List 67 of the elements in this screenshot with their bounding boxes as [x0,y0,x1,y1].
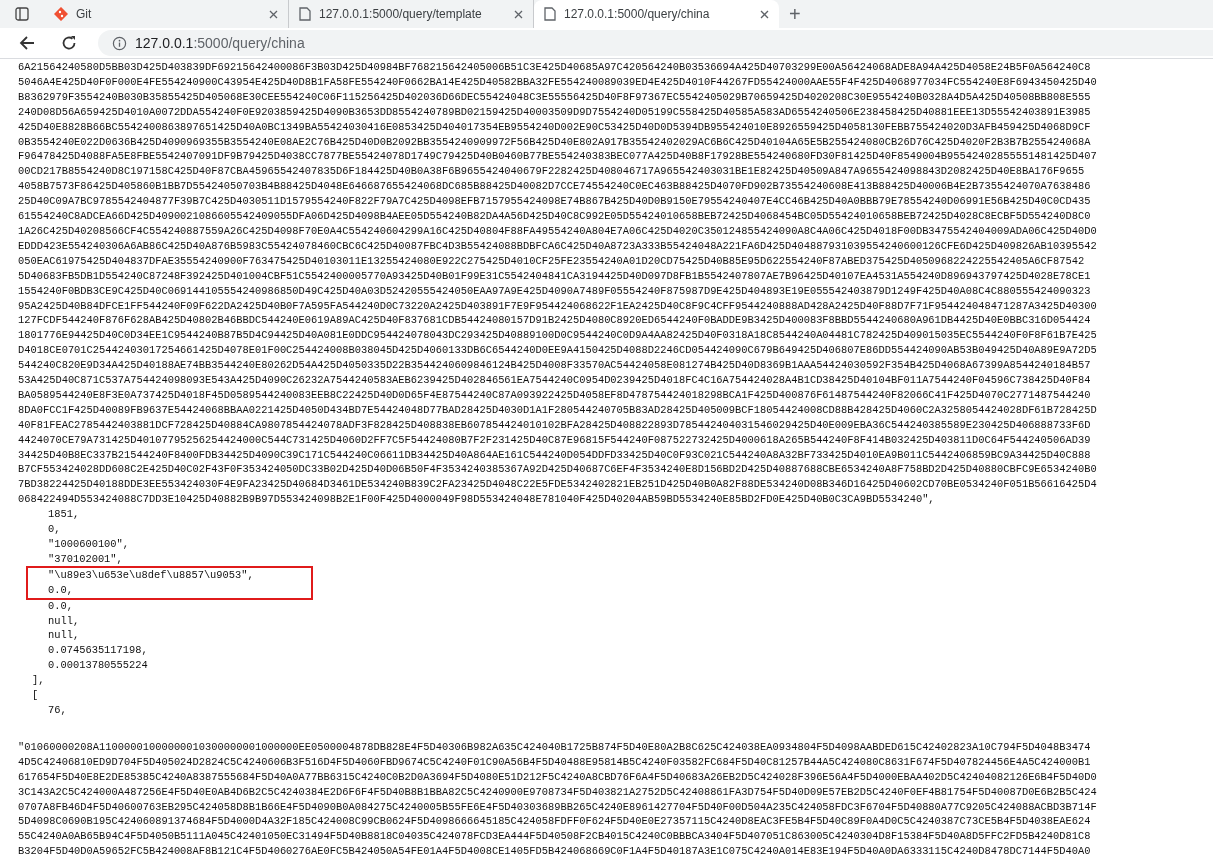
code-line: "1000600100", [47,537,131,552]
code-line: 5D40683FB5DB1D554240C87248F392425D401004CBF51C5542400005770A93425D40B01F99E31C5542404841CA3194425D40D097D8FB1B5542407807AE7B96425D40107EA4531A554240D896943797425D4028E78CE1 [18,268,1092,284]
info-icon[interactable] [112,35,127,51]
code-line: 1851, [47,507,81,523]
code-line: B8362979F3554240B030B35855425D405068E30CEE554240C06F115256425D402036D66DEC55424048C3E55556425D40F8F97367EC5542405029B70659425D4020208C30E9554240B0328A4D5A425D40508BB808E555 [18,89,1092,105]
url-host: 127.0.0.1 [135,35,194,51]
code-line: 5046A4E425D40F0F000E4FE554240900C43954E425D40D8B1FA58FE554240F0662BA14E425D40582BBA32FE554240089039ED4E425D4010F44267FD55424000AAE55F4F425D4068977034FC554240E8F6943450425D40 [18,74,1098,90]
url-path: :5000/query/china [193,35,305,51]
code-line: D4018CE0701C25442403017254661425D4078E01F00C254424008B038045D425D4060133DB6C6544240D0EE9A4150425D4088D2246CD054424090C679B649425D406807E86DD554424090AB53B049425D40A89E9A72D5 [18,343,1098,359]
code-line: null, [47,613,81,629]
code-line: 5D4098C0690B195C424060891374684F5D4000D4A32F185C424008C99CB0624F5D4098666645185C424058FDFF0F624F5D40E0E27357115C4240D8EAC3FE5B4F5D40C89F0A4D0C5C4240387C73CE5B4F5D4038EAE624 [18,814,1092,830]
code-line: 1554240F0BDB3CE9C425D40C069144105554240986850D49C425D40A03D52420555424050EAA97A9E425D4090A7489F05554240F875987D9E425D404893E19E055542403879D1249F425D40A08C4C880555424090323 [18,283,1092,299]
code-line: 4D5C42406810ED9D704F5D405024D2824C5C4240606B3F516D4F5D4060FBD9674C5C4240F01C90A56B4F5D40488E95814B5C4240F03582FC684F5D40C81257B44A5C424080C8631F674F5D407824456E4A5C424000B1 [18,754,1092,770]
code-line: 40F81FEAC2785442403881DCF728425D40884CA9807854424078ADF3F828425D408838EB607854424010102BFA28425D408822893D785442404031546029425D40E009EBA36C544240385589E230425D406888733F6D [18,417,1092,433]
code-line: 25D40C09A7BC9785542404877F39B7C425D4030511D1579554240F822F79A7C425D4098EFB7157955424098E74B867B425D40D0B9150E79554240407E4CC46B425D40A0BBB79E78554240D06991E56B425D40C0CD435 [18,194,1092,210]
code-line: 425D40E8828B66BC5542400863897651425D40A0BC1349BA55424030416E0853425D404017354EB9554240D002E90C53425D40D0D5394DB955424010E8926559425D4058130FEBB755424020D3AFB459425D4068D9CF [18,119,1092,135]
code-line: "\u89e3\u653e\u8def\u8857\u9053", [48,567,255,583]
code-line: 34425D40B8EC337B21544240F8400FDB34425D4090C39C171C544240C06611DB34425D40A864AE161C544240D054DDFD33425D40C0F93C021C544240A8A32BF733425D4010EA9B011C5442406859BC9A34425D40C888 [18,447,1092,463]
code-line: 6A21564240580D5BB03D425D403839DF69215642400086F3B03D425D40984BF768215642405006B51C3E425D40685A97C420564240B03536694A425D40703299E00A56424068ADE8A94A425D4058E24B5F0A564240C8 [18,60,1092,75]
code-line: 0.0, [47,598,74,614]
code-line: 0.00013780555224 [47,658,149,674]
code-line: 0, [47,522,62,537]
code-line: 8DA0FCC1F425D40089FB9637E54424068BBAA0221425D4050D434BD7E54424048D77BAD28425D4030D1A1F280544240705B83AD28425D405009BCF18054424008CD88B428425D4060C2A3258054424028DF61B728425D [18,402,1098,418]
git-icon [54,7,68,21]
browser-tab[interactable]: 127.0.0.1:5000/query/china [534,0,779,28]
back-icon[interactable] [19,35,35,51]
code-line: BA0589544240E8F3E0A737425D4018F45D0589544240083EEB8C22425D40D0D65F4E87544240C87A093922425D4058EF8D478754424018298BCA1F425D400876F61487544240F82066C41F425D4070C2771487544240 [18,387,1092,403]
code-line: 068422494D553424088C7DD3E10425D40882B9B97D553424098B2E1F00F425D4000049F98D553424048E781040F425D40204AB59BD5534240E85BD2FD0E425D40B0C3CA9BD5534240", [18,492,936,508]
code-line: EDDD423E554240306A6AB86C425D40A876B5983C55424078460CBC6C425D40087FBC4D3B55424088BDBFCA6C425D40A8723A333B55424048A221FA6D425D404887931039554240600126CFE6D425D409826AB10395542 [18,238,1098,254]
code-line: 4058B7573F86425D405860B1BB7D55424050703B4B88425D4048E646687655424068DC685B88425D40082D7CCE74554240C0EC463B88425D4070FD902B73554240608E413B88425D40006B4E2B7355424070A7638486 [18,179,1092,195]
code-line: 1801776E94425D40C0D34EE1C9544240B87B5D4C94425D40A081E0DDC954424078043DC293425D40889100D0C9544240C0D9A4AA82425D40F0318A18C8544240A04481C782425D409015035EC5544240F0F8F61B7E425 [18,328,1098,344]
close-icon[interactable] [514,9,523,19]
page-icon [299,7,311,21]
code-line: 00CD217B8554240D8C197158C425D40F87CBA45965542407835D6F184425D40B0A38F6B9655424040679F2282425D408046717A965542403031BE1E82425D40509A847A9655424098843D2082425D40E8BA176F9655 [18,164,1086,180]
code-line: [ [31,688,40,703]
code-line: 95A2425D40B84DFCE1FF544240F09F622DA2425D40B0F7A595FA544240D0C73220A2425D403891F7E9F954424068622F1EA2425D40C8F9C4CFF9544240888AD428A2425D40F88D7F71F954424048471287A3425D40300 [18,298,1098,314]
reload-icon[interactable] [61,35,77,51]
code-line: 7BD38224425D40188DDE3EE553424030F4E9FA23425D40684D3461DE534240B839C2FA23425D4048C22E5FDE5342402821EB251D425D40B0A82F88DE534240D08B346D16425D40602CD70BE0534240F051B56616425D4 [18,477,1098,493]
code-line: 617654F5D40E8E2DE85385C4240A8387555684F5D40A0A77BB6315C4240C0B2D0A3694F5D4080E51D212F5C4240A8CBD76F6A4F5D40683A26EB2D5C424028F396E56A4F5D4000EBAA402D5C42404082126E6B4F5D40D0 [18,769,1098,785]
code-line: 0.0745635117198, [47,643,149,659]
sidebar-icon[interactable] [15,7,29,21]
code-line: 53A425D40C871C537A754424098093E543A425D4090C26232A7544240583AEB6239425D402846561EA7544240C0954D0239425D4018FC4C16A754424028A4B1CD38425D40104BF011A7544240F04596C738425D40F84 [18,373,1092,388]
code-line: 1A26C425D40208566CF4C554240887559A26C425D4098F70E0A4C554240604299A16C425D40804F88FA49554240A804E7A06C425D4020C350124855424090A8C4A06C425D4018F00DB3475542404009ADA06C425D40D0 [18,223,1098,239]
code-line: 050EAC61975425D404837DFAE35554240900F763475425D40103011E13255424080E922C275425D4010CF25FE23554240A01D20CD75425D40B85E95D622554240F87ABED375425D4050968224225542405A6CF87542 [18,253,1086,269]
address-bar[interactable]: 127.0.0.1:5000/query/china [98,30,1213,56]
code-line: null, [47,628,81,644]
code-line: 544240C820E9D34A425D40188AE74BB3544240E80262D54A425D4050335D22B3544240609846124B425D4008F33570AC54424058E081274B425D40D8369B1AAA54424030592F354B425D4068A67399A8544240184B57 [18,358,1092,374]
code-line: "370102001", [47,551,124,567]
code-line: 0707A8FB46D4F5D40600763EB295C424058D8B1B66E4F5D4090B0A084275C4240005B55FE6E4F5D40303689BB265C4240E8961427704F5D40F00D504A235C424058FDC3F6704F5D40880A77C9205C424088ACBD3B714F [18,799,1098,815]
code-line: 0B3554240E022D0636B425D4090969355B3554240E08AE2C76B425D40D0B2092BB3554240909972F56B425D40E802A917B35542402029AC6B6C425D40104A65E5B255424080CB26D76C425D4020F2B3B7B255424068A [18,134,1092,150]
code-line: ], [31,673,46,689]
code-line: F96478425D4088FA5E8FBE5542407091DF9B79425D4038CC7877BE55424078D1749C79425D40B0460B77BE554240383BEC077A425D40B8F17928BE554240680FD30F81425D40F8549004B95542402855551481425D407 [18,149,1098,165]
code-line: 61554240C8ADCEA66D425D4090021086605542409055DFA06D425D4098B4AEE05D554240B82DA4A56D425D40C8C992E05D55424010658BEB72425D4068454BC05D55424010658BEB72425D4028C8ECBF5D554240D8C0 [18,209,1092,224]
code-line: 240D08D56A659425D4010A0072DDA554240F0E9203859425D4090B3653DD8554240789BD02159425D40003509D9D7554240D05199C558425D40585A583AD6554240506E238458425D40881EEE13D55542403891E3985 [18,104,1092,120]
page-icon [544,7,556,21]
code-line: 0.0, [48,582,74,598]
code-line: 55C4240A0AB65B94C4F5D4050B5111A045C42401050EC31494F5D40B8818C04035C424078FCD3EA444F5D40508F2CB4015C4240C0BBBCA3404F5D407051C863005C4240304D8F15384F5D40A8D5FFC2FD5B4240D81C8 [18,829,1092,845]
code-line: 76, [47,702,68,718]
code-line: B3204F5D40D0A59652FC5B424008AF8B121C4F5D4060276AE0FC5B424050A54FE01A4F5D4008CE1405FD5B424068669C0F1A4F5D40187A3E1C075C4240A014E83E194F5D40A0DA6333115C4240D8478DC7144F5D40A0 [18,844,1092,860]
code-line: 127FCDF544240F876F628AB425D40802B46BBDC544240E0619A89AC425D40F837681CDB54424080157D91B2425D4080C8920ED6544240F0BADDE9B3425D400083F8BBD5544240680A961DB4425D40E0BBC316D054424 [18,313,1092,329]
code-line: B7CF553424028DD608C2E425D40C02F43F0F353424050DC33B02D425D40D06B50F4F3534240385367A92D425D40687C6EF4F3534240E8D156BD2D425D40887688CBE6534240A8F758BD2D425D40880CBFC9E6534240B0 [18,462,1098,478]
new-tab-button[interactable]: + [789,6,801,22]
close-icon[interactable] [269,9,278,19]
code-line: "01060000208A11000001000000010300000001000000EE0500004878DB828E4F5D40306B982A635C424040B1725B874F5D40E80A2B8C625C424038EA0934804F5D4098AABDED615C42402823A10C794F5D4048B3474 [18,739,1092,755]
close-icon[interactable] [760,9,769,19]
code-line: 3C143A2C5C424000A487256E4F5D40E0AB4D6B2C5C4240384E2D6F6F4F5D40B8B1BBA82C5C4240900E9708734F5D403821A2752D5C42408861FA3D754F5D40D09E57EB2D5C4240F0EF4B81754F5D40087D0E6B2B5C424 [18,784,1098,800]
code-line: 4424070CE79A731425D40107795256254424000C544C731425D4060D2FF7C5F54424080B7F2F231425D40C87E96815F544240F087522732425D4000618A265B544240F8F414B032425D403811D0C64F544240506AD39 [18,432,1092,448]
